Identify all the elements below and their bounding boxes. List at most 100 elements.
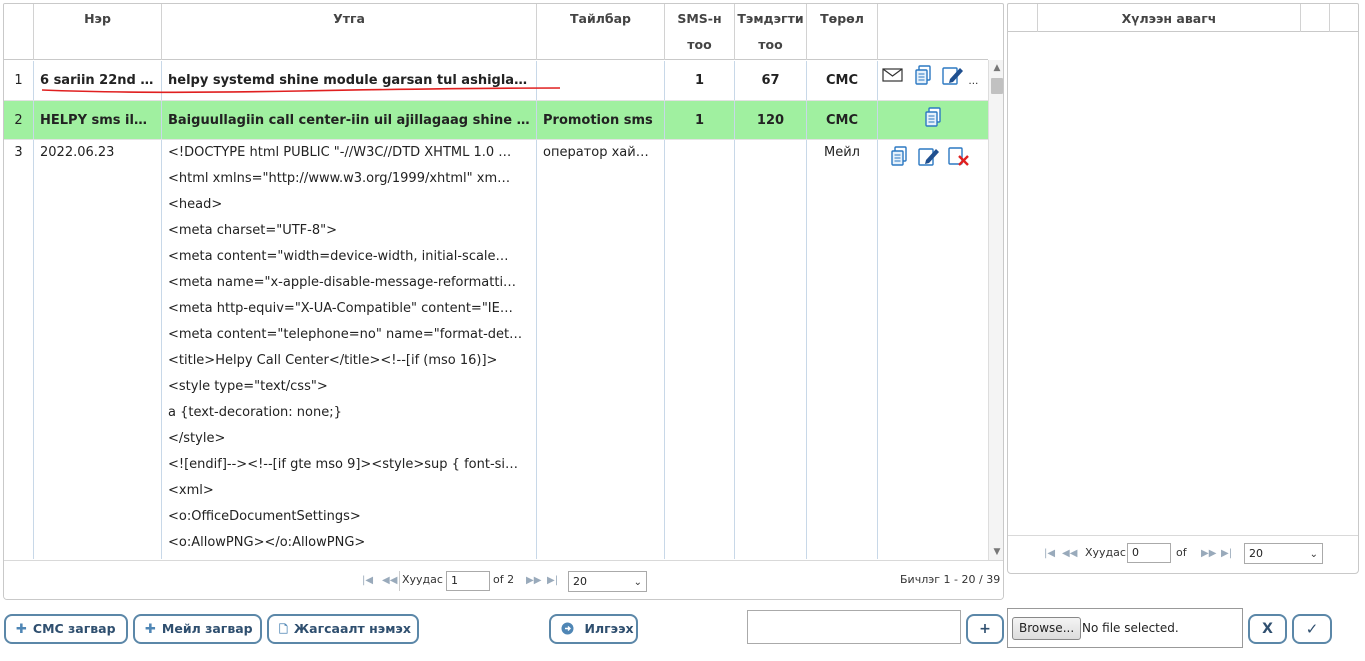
header-sms-count[interactable]: SMS-н тоо [665, 4, 735, 60]
browse-button[interactable]: Browse... [1012, 617, 1082, 640]
row-value: Baiguullagiin call center-iin uil ajilla… [162, 101, 537, 139]
table-row[interactable]: 3 2022.06.23 <!DOCTYPE html PUBLIC "-//W… [4, 140, 988, 559]
row-index: 3 [4, 140, 34, 559]
row-type: Мейл [807, 140, 878, 559]
edit-icon[interactable] [918, 146, 940, 176]
recipients-panel: Хүлээн авагч |◀ ◀◀ Хуудас 0 of ▶▶ ▶| 20 … [1007, 3, 1359, 574]
first-page-icon[interactable]: |◀ [362, 575, 373, 586]
header-char-count[interactable]: Тэмдэгти тоо [735, 4, 807, 60]
add-recipient-button[interactable]: + [966, 614, 1004, 644]
send-button[interactable]: Илгээх [549, 614, 638, 644]
header-rownum [4, 4, 34, 60]
recipients-pager: |◀ ◀◀ Хуудас 0 of ▶▶ ▶| 20 ⌄ [1008, 535, 1358, 573]
value-line: <meta content="telephone=no" name="forma… [168, 327, 523, 342]
header-char-count-line2: тоо [758, 37, 783, 52]
last-page-icon[interactable]: ▶| [547, 575, 558, 586]
first-page-icon[interactable]: |◀ [1044, 548, 1055, 559]
chevron-down-icon: ⌄ [1309, 549, 1318, 560]
row-sms-count: 1 [665, 101, 735, 139]
document-icon: 🗋 [279, 623, 288, 636]
plus-icon: ✚ [16, 622, 27, 637]
value-line: <o:AllowPNG></o:AllowPNG> [168, 535, 366, 550]
row-actions: … [878, 61, 988, 100]
row-char-count: 67 [735, 61, 807, 100]
value-line: <style type="text/css"> [168, 379, 328, 394]
scroll-down-arrow-icon[interactable]: ▼ [989, 544, 1003, 560]
value-line: <meta charset="UTF-8"> [168, 223, 337, 238]
value-line: </style> [168, 431, 226, 446]
red-underline-annotation [41, 87, 561, 94]
header-sms-count-line1: SMS-н [677, 11, 722, 26]
page-size-value: 20 [1249, 547, 1263, 560]
value-line: <xml> [168, 483, 214, 498]
pager-divider [399, 571, 400, 591]
sms-template-button[interactable]: ✚ СМС загвар [4, 614, 128, 644]
row-description: оператор хайж… [537, 140, 665, 559]
value-line: <html xmlns="http://www.w3.org/1999/xhtm… [168, 171, 511, 186]
mail-icon[interactable] [882, 67, 904, 93]
recipient-input[interactable] [747, 610, 961, 644]
row-actions [878, 101, 988, 139]
file-input[interactable]: Browse... No file selected. [1007, 608, 1243, 648]
header-extra-col [1300, 4, 1330, 32]
prev-page-icon[interactable]: ◀◀ [1062, 548, 1077, 559]
header-char-count-line1: Тэмдэгти [737, 11, 804, 26]
header-description[interactable]: Тайлбар [537, 4, 665, 60]
value-line: <title>Helpy Call Center</title><!--[if … [168, 353, 498, 368]
row-char-count: 120 [735, 101, 807, 139]
header-name[interactable]: Нэр [34, 4, 162, 60]
row-value: <!DOCTYPE html PUBLIC "-//W3C//DTD XHTML… [162, 140, 537, 559]
mail-template-button[interactable]: ✚ Мейл загвар [133, 614, 262, 644]
copy-icon[interactable] [890, 146, 908, 176]
next-page-icon[interactable]: ▶▶ [1201, 548, 1216, 559]
row-actions [878, 140, 988, 559]
mail-template-label: Мейл загвар [161, 621, 253, 636]
grid-vertical-scrollbar[interactable]: ▲ ▼ [988, 60, 1003, 560]
last-page-icon[interactable]: ▶| [1221, 548, 1232, 559]
page-size-select[interactable]: 20 ⌄ [568, 571, 647, 592]
edit-icon[interactable] [942, 65, 964, 95]
grid-body: 1 6 sariin 22nd y… helpy systemd shine m… [4, 61, 988, 559]
row-index: 2 [4, 101, 34, 139]
page-size-select[interactable]: 20 ⌄ [1244, 543, 1323, 564]
file-status: No file selected. [1082, 621, 1179, 635]
value-line: <head> [168, 197, 223, 212]
row-name: HELPY sms ilg… [34, 101, 162, 139]
confirm-button[interactable]: ✓ [1292, 614, 1332, 644]
page-label: Хуудас [402, 573, 443, 586]
delete-icon[interactable] [948, 146, 970, 176]
row-type: СМС [807, 61, 878, 100]
page-size-value: 20 [573, 575, 587, 588]
send-label: Илгээх [584, 621, 634, 636]
scroll-up-arrow-icon[interactable]: ▲ [989, 60, 1003, 76]
copy-icon[interactable] [924, 107, 942, 137]
header-type[interactable]: Төрөл [807, 4, 878, 60]
records-summary: Бичлэг 1 - 20 / 39 [900, 573, 1001, 586]
page-number-input[interactable]: 0 [1127, 543, 1171, 563]
clear-button[interactable]: X [1248, 614, 1287, 644]
row-index: 1 [4, 61, 34, 100]
header-value[interactable]: Утга [162, 4, 537, 60]
value-line: <meta http-equiv="X-UA-Compatible" conte… [168, 301, 513, 316]
copy-icon[interactable] [914, 65, 932, 95]
template-grid: Нэр Утга Тайлбар SMS-н тоо Тэмдэгти тоо … [3, 3, 1004, 600]
chevron-down-icon: ⌄ [633, 577, 642, 588]
arrow-circle-icon [561, 622, 579, 637]
header-sms-count-line2: тоо [687, 37, 712, 52]
page-number-input[interactable]: 1 [446, 571, 490, 591]
row-type: СМС [807, 101, 878, 139]
next-page-icon[interactable]: ▶▶ [526, 575, 541, 586]
prev-page-icon[interactable]: ◀◀ [382, 575, 397, 586]
table-row[interactable]: 2 HELPY sms ilg… Baiguullagiin call cent… [4, 101, 988, 140]
recipients-title[interactable]: Хүлээн авагч [1038, 4, 1300, 32]
value-line: <meta name="x-apple-disable-message-refo… [168, 275, 517, 290]
row-description: Promotion sms [537, 101, 665, 139]
scroll-thumb[interactable] [991, 78, 1003, 94]
page-of-label: of 2 [493, 573, 515, 586]
add-list-button[interactable]: 🗋 Жагсаалт нэмэх [267, 614, 419, 644]
value-line: <!DOCTYPE html PUBLIC "-//W3C//DTD XHTML… [168, 145, 512, 160]
table-row[interactable]: 1 6 sariin 22nd y… helpy systemd shine m… [4, 61, 988, 101]
row-char-count [735, 140, 807, 559]
row-name: 2022.06.23 [34, 140, 162, 559]
row-sms-count: 1 [665, 61, 735, 100]
